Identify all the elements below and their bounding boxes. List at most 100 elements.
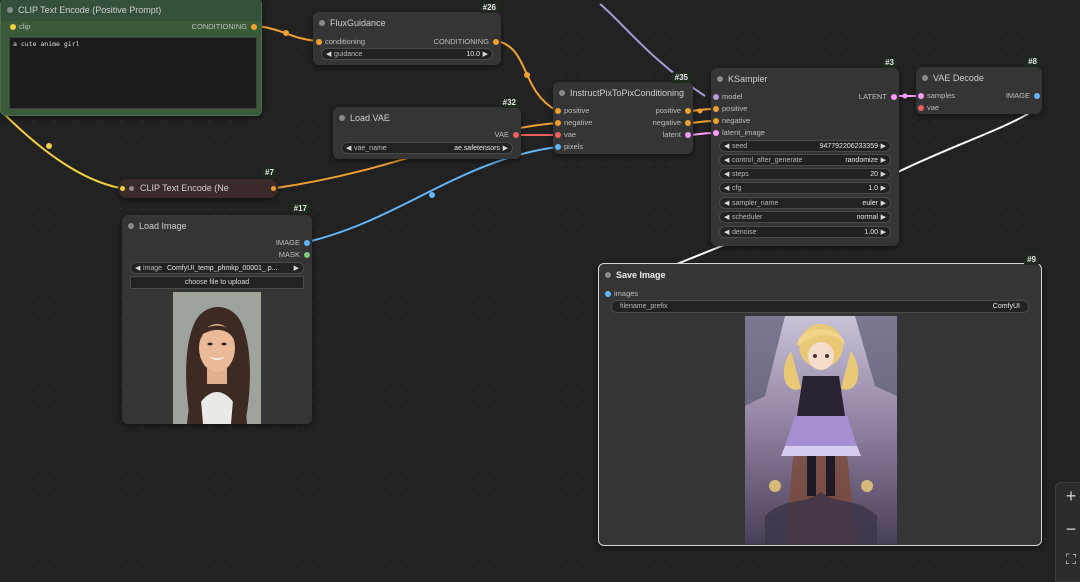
positive-output-dot[interactable] xyxy=(685,108,691,114)
wire-image-to-pixels xyxy=(306,146,558,243)
conditioning-input-label: conditioning xyxy=(325,37,366,46)
collapse-dot-icon[interactable] xyxy=(128,223,134,229)
conditioning-output-dot[interactable] xyxy=(251,24,257,30)
zoom-out-button[interactable]: − xyxy=(1056,519,1080,540)
scheduler-widget[interactable]: ◀ scheduler normal ▶ xyxy=(719,211,891,223)
next-arrow-icon[interactable]: ▶ xyxy=(503,143,508,153)
node-header[interactable]: KSampler xyxy=(711,68,899,90)
images-input-dot[interactable] xyxy=(605,291,611,297)
positive-output-label: positive xyxy=(655,106,681,115)
positive-input-dot[interactable] xyxy=(555,108,561,114)
node-id-badge: #9 xyxy=(1024,254,1039,265)
denoise-widget[interactable]: ◀ denoise 1.00 ▶ xyxy=(719,226,891,238)
image-output-dot[interactable] xyxy=(304,240,310,246)
filename-prefix-value: ComfyUI xyxy=(992,303,1020,310)
widget-label: denoise xyxy=(732,229,757,236)
load-vae-node[interactable]: Load VAE #32 VAE ◀ vae_name ae.safetenso… xyxy=(333,97,521,159)
flux-guidance-node[interactable]: FluxGuidance #26 conditioning CONDITIONI… xyxy=(313,2,501,65)
increment-arrow-icon[interactable]: ▶ xyxy=(881,141,886,151)
node-header[interactable]: Load VAE xyxy=(333,107,521,129)
guidance-widget[interactable]: ◀ guidance 10.0 ▶ xyxy=(321,48,493,60)
mask-output-dot[interactable] xyxy=(304,252,310,258)
node-header[interactable]: CLIP Text Encode (Positive Prompt) xyxy=(1,0,261,21)
negative-output-label: negative xyxy=(652,118,681,127)
sampler-name-widget[interactable]: ◀ sampler_name euler ▶ xyxy=(719,197,891,209)
load-image-node[interactable]: Load Image #17 IMAGE MASK ◀ image ComfyU… xyxy=(122,203,312,424)
node-header[interactable]: VAE Decode xyxy=(916,67,1042,89)
prev-arrow-icon[interactable]: ◀ xyxy=(346,143,351,153)
next-arrow-icon[interactable]: ▶ xyxy=(881,212,886,222)
steps-widget[interactable]: ◀ steps 20 ▶ xyxy=(719,168,891,180)
negative-input-dot[interactable] xyxy=(555,120,561,126)
decrement-arrow-icon[interactable]: ◀ xyxy=(724,141,729,151)
decrement-arrow-icon[interactable]: ◀ xyxy=(326,49,331,59)
samples-input-dot[interactable] xyxy=(918,93,924,99)
decrement-arrow-icon[interactable]: ◀ xyxy=(724,169,729,179)
negative-output-dot[interactable] xyxy=(685,120,691,126)
next-arrow-icon[interactable]: ▶ xyxy=(881,198,886,208)
collapse-dot-icon[interactable] xyxy=(605,272,611,278)
image-output-label: IMAGE xyxy=(275,238,300,247)
zoom-in-button[interactable]: + xyxy=(1056,486,1080,507)
decrement-arrow-icon[interactable]: ◀ xyxy=(724,227,729,237)
increment-arrow-icon[interactable]: ▶ xyxy=(881,227,886,237)
seed-widget[interactable]: ◀ seed 947792206233359 ▶ xyxy=(719,140,891,152)
increment-arrow-icon[interactable]: ▶ xyxy=(483,49,488,59)
collapse-dot-icon[interactable] xyxy=(129,186,134,191)
filename-prefix-widget[interactable]: filename_prefix ComfyUI xyxy=(611,300,1029,313)
fit-view-button[interactable]: ⛶ xyxy=(1056,551,1080,568)
positive-input-dot[interactable] xyxy=(713,106,719,112)
latent-output-dot[interactable] xyxy=(685,132,691,138)
node-header[interactable]: FluxGuidance xyxy=(313,12,501,34)
control-after-generate-widget[interactable]: ◀ control_after_generate randomize ▶ xyxy=(719,154,891,166)
next-arrow-icon[interactable]: ▶ xyxy=(881,155,886,165)
prompt-textarea[interactable]: a cute anime girl xyxy=(9,37,257,109)
next-arrow-icon[interactable]: ▶ xyxy=(294,263,299,273)
vae-output-dot[interactable] xyxy=(513,132,519,138)
latent-input-dot[interactable] xyxy=(713,130,719,136)
node-header[interactable]: Save Image xyxy=(599,264,1041,286)
collapse-dot-icon[interactable] xyxy=(319,20,325,26)
node-title: VAE Decode xyxy=(933,73,984,83)
collapse-dot-icon[interactable] xyxy=(922,75,928,81)
node-title: Save Image xyxy=(616,270,666,280)
prev-arrow-icon[interactable]: ◀ xyxy=(724,212,729,222)
negative-input-label: negative xyxy=(564,118,593,127)
clip-input-dot[interactable] xyxy=(10,24,16,30)
negative-input-dot[interactable] xyxy=(713,118,719,124)
node-header[interactable]: Load Image xyxy=(122,215,312,237)
clip-text-encode-negative-node[interactable]: CLIP Text Encode (Ne #7 xyxy=(118,167,278,198)
cfg-widget[interactable]: ◀ cfg 1.0 ▶ xyxy=(719,182,891,194)
save-image-node[interactable]: Save Image #9 images filename_prefix Com… xyxy=(598,254,1042,546)
prev-arrow-icon[interactable]: ◀ xyxy=(724,155,729,165)
vae-name-widget[interactable]: ◀ vae_name ae.safetensors ▶ xyxy=(341,142,513,154)
prev-arrow-icon[interactable]: ◀ xyxy=(724,198,729,208)
conditioning-output-dot[interactable] xyxy=(271,186,276,191)
vae-input-dot[interactable] xyxy=(918,105,924,111)
model-input-dot[interactable] xyxy=(713,94,719,100)
ksampler-node[interactable]: KSampler #3 model positive negative late… xyxy=(711,57,899,246)
node-header[interactable]: InstructPixToPixConditioning xyxy=(553,82,693,104)
decrement-arrow-icon[interactable]: ◀ xyxy=(724,183,729,193)
instruct-pix-to-pix-node[interactable]: InstructPixToPixConditioning #35 positiv… xyxy=(553,72,693,154)
vae-input-dot[interactable] xyxy=(555,132,561,138)
increment-arrow-icon[interactable]: ▶ xyxy=(881,169,886,179)
increment-arrow-icon[interactable]: ▶ xyxy=(881,183,886,193)
conditioning-input-dot[interactable] xyxy=(316,39,322,45)
image-select-widget[interactable]: ◀ image ComfyUI_temp_phmkp_00001_.p... ▶ xyxy=(130,262,304,274)
vae-decode-node[interactable]: VAE Decode #8 samples vae IMAGE xyxy=(916,56,1042,114)
prev-arrow-icon[interactable]: ◀ xyxy=(135,263,140,273)
collapse-dot-icon[interactable] xyxy=(559,90,565,96)
input-photo-preview xyxy=(173,292,261,424)
collapse-dot-icon[interactable] xyxy=(339,115,345,121)
clip-text-encode-positive-node[interactable]: CLIP Text Encode (Positive Prompt) clip … xyxy=(0,0,262,116)
latent-output-dot[interactable] xyxy=(891,94,897,100)
image-output-dot[interactable] xyxy=(1034,93,1040,99)
clip-input-dot[interactable] xyxy=(120,186,125,191)
latent-output-label: latent xyxy=(662,130,681,139)
collapse-dot-icon[interactable] xyxy=(717,76,723,82)
upload-button[interactable]: choose file to upload xyxy=(130,276,304,289)
collapse-dot-icon[interactable] xyxy=(7,7,13,13)
pixels-input-dot[interactable] xyxy=(555,144,561,150)
conditioning-output-dot[interactable] xyxy=(493,39,499,45)
